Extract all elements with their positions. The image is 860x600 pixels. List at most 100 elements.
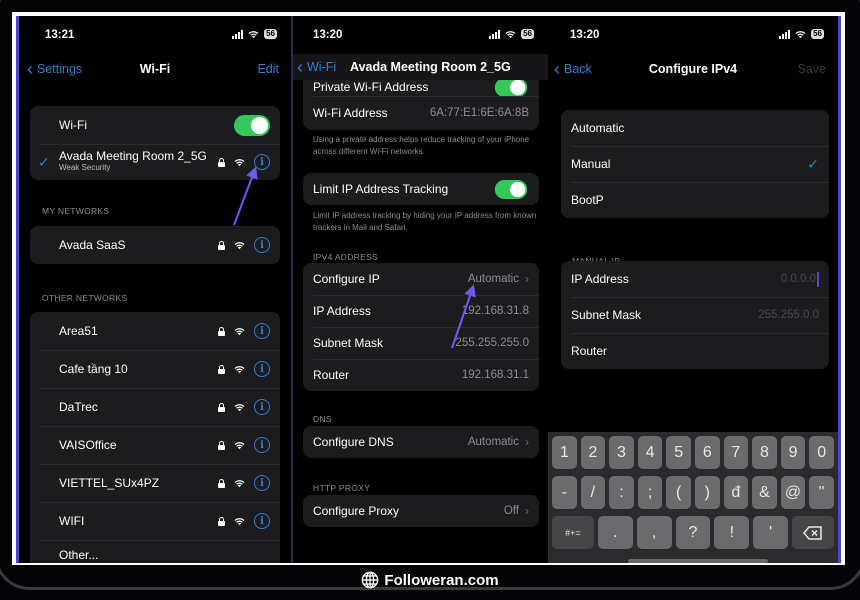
network-row[interactable]: WIFI i xyxy=(30,502,280,540)
key-digit[interactable]: 4 xyxy=(637,436,663,469)
ipv4-option-manual[interactable]: Manual ✓ xyxy=(561,146,829,182)
key-punctuation[interactable]: ! xyxy=(714,516,750,549)
numeric-keyboard: 1234567890 - /:;() đ & @ " #+=.,?! ' xyxy=(548,432,838,563)
configure-dns-label: Configure DNS xyxy=(313,435,394,449)
info-icon[interactable]: i xyxy=(254,475,270,491)
connected-network-row[interactable]: ✓ Avada Meeting Room 2_5G Weak Security … xyxy=(30,144,280,180)
wifi-main-group: Wi-Fi ✓ Avada Meeting Room 2_5G Weak Sec… xyxy=(30,106,280,180)
other-label: Other... xyxy=(59,548,99,562)
key-punctuation[interactable]: ? xyxy=(675,516,711,549)
configure-ip-row[interactable]: Configure IP Automatic › xyxy=(303,263,539,295)
key-symbol[interactable]: ; xyxy=(637,476,663,509)
wifi-signal-icon xyxy=(234,327,245,335)
key-delete[interactable] xyxy=(792,516,834,549)
wifi-toggle[interactable] xyxy=(234,114,270,136)
configure-dns-row[interactable]: Configure DNS Automatic › xyxy=(303,426,539,458)
checkmark-icon: ✓ xyxy=(38,153,50,170)
network-row[interactable]: VIETTEL_SUx4PZ i xyxy=(30,464,280,502)
manual-field-row[interactable]: Subnet Mask 255.255.0.0 xyxy=(561,297,829,333)
network-row[interactable]: DaTrec i xyxy=(30,388,280,426)
key-digit[interactable]: 6 xyxy=(694,436,720,469)
info-icon[interactable]: i xyxy=(254,154,270,170)
key-digit[interactable]: 8 xyxy=(752,436,777,469)
network-name: Cafe tầng 10 xyxy=(59,362,128,376)
key-punctuation[interactable]: , xyxy=(636,516,672,549)
ip-address-input[interactable]: 0.0.0.0 xyxy=(781,273,816,285)
private-address-toggle[interactable] xyxy=(494,77,528,97)
key-symbols-toggle[interactable]: #+= xyxy=(552,516,594,549)
key-digit[interactable]: 5 xyxy=(666,436,691,469)
manual-ip-group: IP Address 0.0.0.0 Subnet Mask 255.255.0.0 R… xyxy=(561,261,829,369)
key-symbol[interactable]: " xyxy=(809,476,834,509)
manual-field-row[interactable]: IP Address 0.0.0.0 xyxy=(561,261,829,297)
info-icon[interactable]: i xyxy=(254,399,270,415)
save-button[interactable]: Save xyxy=(798,62,827,76)
info-icon[interactable]: i xyxy=(254,513,270,529)
edit-button[interactable]: Edit xyxy=(257,62,279,76)
checkmark-icon: ✓ xyxy=(807,155,819,172)
field-label: Subnet Mask xyxy=(571,308,642,322)
key-digit[interactable]: 7 xyxy=(723,436,749,469)
key-digit[interactable]: 1 xyxy=(552,436,577,469)
info-icon[interactable]: i xyxy=(254,437,270,453)
wifi-signal-icon xyxy=(234,158,245,166)
info-icon[interactable]: i xyxy=(254,237,270,253)
nav-bar: ‹ Settings Wi-Fi Edit xyxy=(19,60,291,82)
key-digit[interactable]: 0 xyxy=(809,436,834,469)
ipv4-option-bootp[interactable]: BootP xyxy=(561,182,829,218)
other-network-row[interactable]: Other... xyxy=(30,540,280,563)
key-symbol[interactable]: ) xyxy=(694,476,720,509)
wifi-signal-icon xyxy=(234,365,245,373)
network-name: VIETTEL_SUx4PZ xyxy=(59,476,160,490)
key-digit[interactable]: 3 xyxy=(609,436,634,469)
network-name: Avada Meeting Room 2_5G xyxy=(59,149,207,163)
wifi-signal-icon xyxy=(234,241,245,249)
wifi-signal-icon xyxy=(234,403,245,411)
info-icon[interactable]: i xyxy=(254,361,270,377)
configure-proxy-row[interactable]: Configure Proxy Off › xyxy=(303,495,539,527)
ipv4-option-automatic[interactable]: Automatic xyxy=(561,110,829,146)
battery-icon: 56 xyxy=(811,29,824,39)
cellular-signal-icon xyxy=(779,29,791,39)
nav-bar: ‹ Wi-Fi Avada Meeting Room 2_5G xyxy=(293,54,548,80)
ipv4-row: IP Address 192.168.31.8 xyxy=(303,295,539,327)
key-punctuation[interactable]: . xyxy=(597,516,633,549)
wifi-status-icon xyxy=(248,30,259,38)
wifi-toggle-row: Wi-Fi xyxy=(30,106,280,144)
key-symbol[interactable]: & xyxy=(752,476,777,509)
key-symbol[interactable]: @ xyxy=(780,476,806,509)
ipv4-row: Subnet Mask 255.255.255.0 xyxy=(303,327,539,359)
ipv4-row-label: IP Address xyxy=(313,304,371,318)
key-punctuation[interactable]: ' xyxy=(753,516,789,549)
brand-watermark: Followeran.com xyxy=(0,571,860,589)
key-symbol[interactable]: ( xyxy=(666,476,691,509)
key-symbol[interactable]: : xyxy=(609,476,634,509)
key-digit[interactable]: 2 xyxy=(580,436,606,469)
field-label: Router xyxy=(571,344,608,358)
key-symbol[interactable]: - xyxy=(552,476,577,509)
my-networks-group: Avada SaaS i xyxy=(30,226,280,264)
back-button[interactable]: ‹ Wi-Fi xyxy=(297,58,336,76)
wifi-address-label: Wi-Fi Address xyxy=(313,106,388,120)
screenshot-frame: 13:21 56 ‹ Settings Wi-Fi Edit Wi-Fi ✓ A… xyxy=(12,12,845,565)
network-row[interactable]: Cafe tầng 10 i xyxy=(30,350,280,388)
limit-tracking-toggle[interactable] xyxy=(494,179,528,199)
key-digit[interactable]: 9 xyxy=(780,436,806,469)
network-row[interactable]: Area51 i xyxy=(30,312,280,350)
key-symbol[interactable]: đ xyxy=(723,476,749,509)
info-icon[interactable]: i xyxy=(254,323,270,339)
network-row[interactable]: Avada SaaS i xyxy=(30,226,280,264)
manual-field-row[interactable]: Router xyxy=(561,333,829,369)
network-row[interactable]: VAISOffice i xyxy=(30,426,280,464)
status-time: 13:20 xyxy=(570,29,600,41)
subnet-mask-input[interactable]: 255.255.0.0 xyxy=(758,309,819,321)
network-name: Avada SaaS xyxy=(59,238,126,252)
limit-tracking-row: Limit IP Address Tracking xyxy=(303,173,539,205)
lock-icon xyxy=(218,516,225,526)
key-symbol[interactable]: / xyxy=(580,476,606,509)
private-address-footer: Using a private address helps reduce tra… xyxy=(313,135,530,156)
network-name: WIFI xyxy=(59,514,85,528)
status-bar: 13:21 56 xyxy=(19,28,291,44)
lock-icon xyxy=(218,240,225,250)
status-bar: 13:20 56 xyxy=(548,28,838,44)
